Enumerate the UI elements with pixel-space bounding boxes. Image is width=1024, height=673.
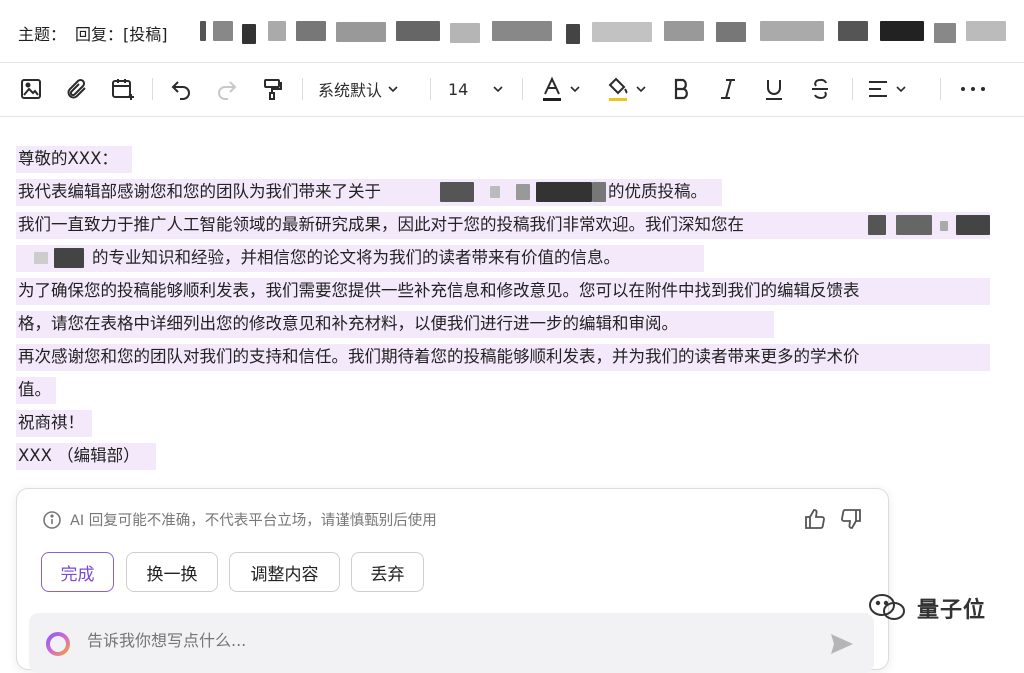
ai-assistant-panel: AI 回复可能不准确，不代表平台立场，请谨慎甄别后使用 完成 换一换 调整内容 … xyxy=(16,488,889,673)
highlight-color-icon xyxy=(608,77,628,101)
letter-text: 的优质投稿。 xyxy=(608,182,707,201)
letter-line: 值。 xyxy=(16,374,996,407)
letter-text: 为了确保您的投稿能够顺利发表，我们需要您提供一些补充信息和修改意见。您可以在附件… xyxy=(18,281,860,300)
letter-closing: 祝商祺！ xyxy=(18,413,84,432)
attachment-icon[interactable] xyxy=(62,74,92,104)
ai-disclaimer-text: AI 回复可能不准确，不代表平台立场，请谨慎甄别后使用 xyxy=(70,513,437,529)
font-family-select[interactable]: 系统默认 xyxy=(318,74,399,104)
letter-text: 我代表编辑部感谢您和您的团队为我们带来了关于 xyxy=(18,182,381,201)
text-color-icon xyxy=(543,76,561,101)
chevron-down-icon xyxy=(388,86,398,93)
subject-field[interactable]: 回复：[投稿] xyxy=(75,21,168,45)
letter-line: 格，请您在表格中详细列出您的修改意见和补充材料，以便我们进行进一步的编辑和审阅。 xyxy=(16,308,996,341)
adjust-content-button[interactable]: 调整内容 xyxy=(229,552,340,592)
letter-text: 格，请您在表格中详细列出您的修改意见和补充材料，以便我们进行进一步的编辑和审阅。 xyxy=(18,314,678,333)
watermark: 量子位 xyxy=(867,592,986,624)
letter-greeting: 尊敬的XXX： xyxy=(18,149,118,168)
thumbs-up-icon[interactable] xyxy=(803,507,827,535)
letter-line: 我们一直致力于推广人工智能领域的最新研究成果，因此对于您的投稿我们非常欢迎。我们… xyxy=(16,209,996,242)
image-icon[interactable] xyxy=(16,74,46,104)
font-family-value: 系统默认 xyxy=(318,81,383,100)
chevron-down-icon xyxy=(896,86,906,93)
letter-line: 的专业知识和经验，并相信您的论文将为我们的读者带来有价值的信息。 xyxy=(16,242,996,275)
letter-line: 我代表编辑部感谢您和您的团队为我们带来了关于 的优质投稿。 xyxy=(16,176,996,209)
send-icon[interactable] xyxy=(830,633,854,655)
regenerate-button[interactable]: 换一换 xyxy=(126,552,218,592)
chevron-down-icon xyxy=(493,86,503,93)
editor-toolbar: 系统默认 14 xyxy=(0,62,1024,117)
letter-signature: XXX （编辑部） xyxy=(18,446,140,465)
letter-text: 的专业知识和经验，并相信您的论文将为我们的读者带来有价值的信息。 xyxy=(92,248,620,267)
letter-text: 值。 xyxy=(18,380,51,399)
italic-icon[interactable] xyxy=(716,74,740,104)
ai-logo-icon xyxy=(46,632,70,656)
strikethrough-icon[interactable] xyxy=(808,74,832,104)
letter-line: 祝商祺！ xyxy=(16,407,996,440)
redo-icon[interactable] xyxy=(212,74,242,104)
done-button[interactable]: 完成 xyxy=(41,552,114,592)
letter-line: XXX （编辑部） xyxy=(16,440,996,473)
info-icon xyxy=(43,510,61,529)
font-size-value: 14 xyxy=(448,79,469,99)
discard-button[interactable]: 丢弃 xyxy=(351,552,424,592)
watermark-text: 量子位 xyxy=(917,598,987,623)
letter-line: 为了确保您的投稿能够顺利发表，我们需要您提供一些补充信息和修改意见。您可以在附件… xyxy=(16,275,996,308)
thumbs-down-icon[interactable] xyxy=(839,507,863,535)
underline-icon[interactable] xyxy=(762,74,786,104)
chevron-down-icon xyxy=(570,86,580,93)
ai-prompt-input[interactable] xyxy=(85,630,789,651)
letter-line: 尊敬的XXX： xyxy=(16,143,996,176)
email-body[interactable]: 尊敬的XXX： 我代表编辑部感谢您和您的团队为我们带来了关于 的优质投稿。 我们… xyxy=(16,143,996,473)
calendar-add-icon[interactable] xyxy=(108,74,138,104)
more-icon[interactable] xyxy=(958,74,988,104)
ai-disclaimer: AI 回复可能不准确，不代表平台立场，请谨慎甄别后使用 xyxy=(42,509,437,530)
align-button[interactable] xyxy=(866,74,907,104)
subject-label: 主题： xyxy=(18,25,67,44)
undo-icon[interactable] xyxy=(166,74,196,104)
wechat-icon xyxy=(869,594,905,620)
letter-text: 再次感谢您和您的团队对我们的支持和信任。我们期待着您的投稿能够顺利发表，并为我们… xyxy=(18,347,860,366)
ai-prompt-bar xyxy=(29,613,874,673)
align-icon xyxy=(869,81,887,97)
text-color-button[interactable] xyxy=(540,74,581,104)
chevron-down-icon xyxy=(636,86,646,93)
font-size-select[interactable]: 14 xyxy=(448,74,508,104)
format-painter-icon[interactable] xyxy=(258,74,288,104)
subject-bar: 主题： 回复：[投稿] xyxy=(0,0,1024,63)
letter-line: 再次感谢您和您的团队对我们的支持和信任。我们期待着您的投稿能够顺利发表，并为我们… xyxy=(16,341,996,374)
bold-icon[interactable] xyxy=(670,74,694,104)
letter-text: 我们一直致力于推广人工智能领域的最新研究成果，因此对于您的投稿我们非常欢迎。我们… xyxy=(18,215,744,234)
highlight-color-button[interactable] xyxy=(606,74,647,104)
